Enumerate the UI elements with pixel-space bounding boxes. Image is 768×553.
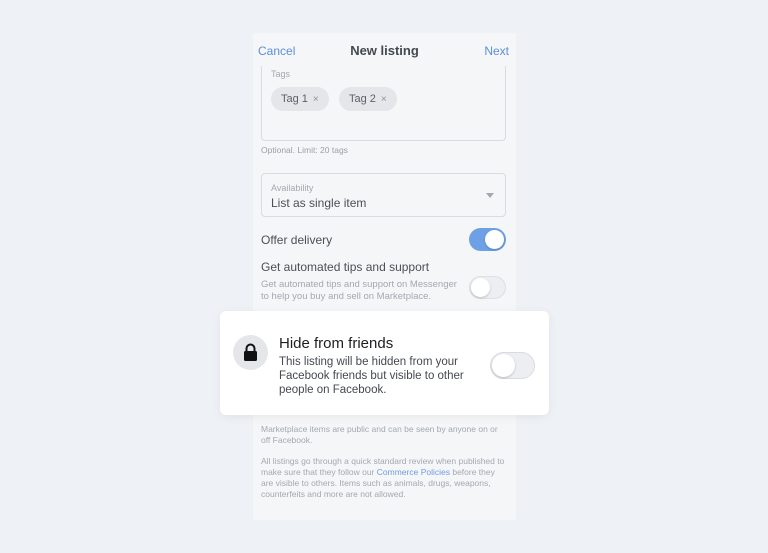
availability-select[interactable]: Availability List as single item [261, 173, 506, 217]
hide-from-friends-toggle[interactable] [490, 352, 535, 379]
tags-hint: Optional. Limit: 20 tags [261, 145, 348, 155]
next-button[interactable]: Next [484, 44, 509, 58]
tips-title: Get automated tips and support [261, 260, 430, 274]
availability-value: List as single item [271, 196, 367, 210]
tips-description: Get automated tips and support on Messen… [261, 279, 457, 302]
toggle-knob [492, 354, 515, 377]
commerce-policies-link[interactable]: Commerce Policies [377, 467, 450, 477]
page-title: New listing [350, 43, 419, 58]
offer-delivery-toggle[interactable] [469, 228, 506, 251]
tips-toggle[interactable] [469, 276, 506, 299]
tags-field[interactable]: Tags Tag 1 × Tag 2 × [261, 66, 506, 141]
lock-icon-circle [233, 335, 268, 370]
public-note: Marketplace items are public and can be … [261, 424, 498, 445]
remove-tag-icon[interactable]: × [381, 94, 387, 105]
toggle-knob [485, 230, 504, 249]
hide-from-friends-card: Hide from friends This listing will be h… [220, 311, 549, 415]
offer-delivery-label: Offer delivery [261, 233, 333, 247]
remove-tag-icon[interactable]: × [313, 94, 319, 105]
chevron-down-icon [486, 193, 494, 198]
tag-chip-label: Tag 1 [281, 93, 308, 105]
review-note: All listings go through a quick standard… [261, 456, 509, 500]
tags-label: Tags [271, 69, 291, 79]
top-bar: Cancel New listing Next [253, 33, 516, 69]
hide-from-friends-title: Hide from friends [279, 335, 394, 352]
toggle-knob [471, 278, 490, 297]
lock-icon [244, 343, 257, 361]
tag-chip[interactable]: Tag 1 × [271, 87, 329, 111]
tag-chip[interactable]: Tag 2 × [339, 87, 397, 111]
hide-from-friends-description: This listing will be hidden from your Fa… [279, 356, 464, 396]
tag-chip-label: Tag 2 [349, 93, 376, 105]
listing-screen: Cancel New listing Next Tags Tag 1 × Tag … [253, 33, 516, 520]
availability-label: Availability [271, 183, 314, 193]
